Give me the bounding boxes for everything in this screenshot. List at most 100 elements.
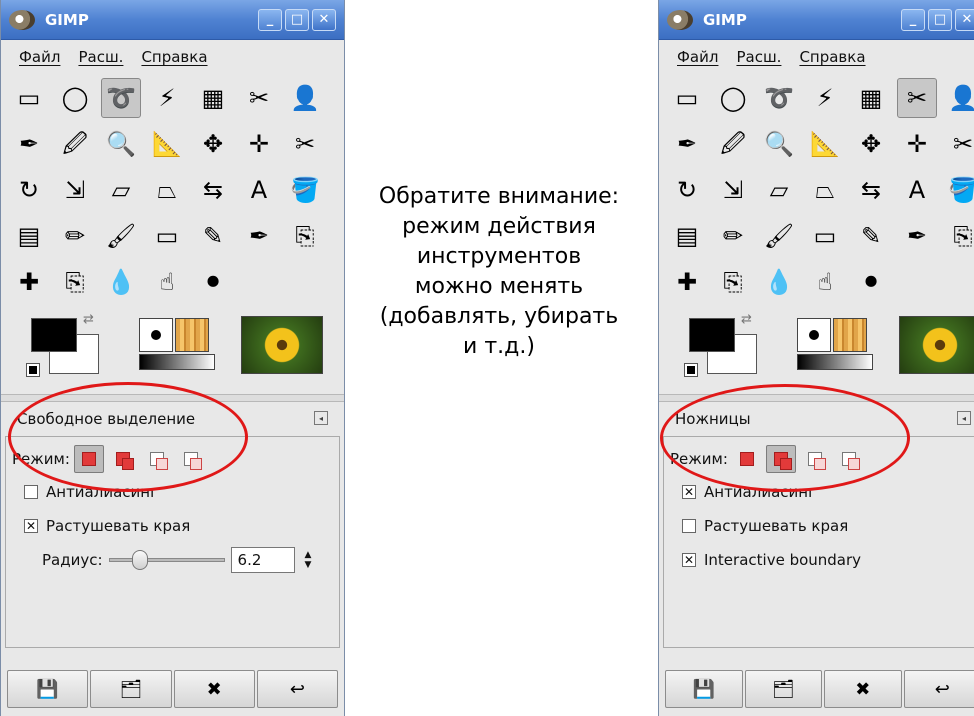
- menu-help[interactable]: Справка: [141, 48, 207, 66]
- menu-file[interactable]: Файл: [19, 48, 60, 66]
- rect-select-icon[interactable]: ▭: [9, 78, 49, 118]
- free-select-icon[interactable]: ➰: [759, 78, 799, 118]
- menu-extensions[interactable]: Расш.: [78, 48, 123, 66]
- collapse-icon[interactable]: ◂: [957, 411, 971, 425]
- crop-icon[interactable]: ✂: [285, 124, 325, 164]
- ellipse-select-icon[interactable]: ◯: [713, 78, 753, 118]
- color-picker-icon[interactable]: 🖉: [55, 124, 95, 164]
- paths-icon[interactable]: ✒: [9, 124, 49, 164]
- delete-button[interactable]: ✖: [824, 670, 902, 708]
- shear-icon[interactable]: ▱: [759, 170, 799, 210]
- scale-icon[interactable]: ⇲: [55, 170, 95, 210]
- heal-icon[interactable]: ✚: [9, 262, 49, 302]
- checkbox[interactable]: ✕: [682, 485, 696, 499]
- bucket-fill-icon[interactable]: 🪣: [285, 170, 325, 210]
- airbrush-icon[interactable]: ✎: [851, 216, 891, 256]
- smudge-icon[interactable]: ☝: [805, 262, 845, 302]
- blend-icon[interactable]: ▤: [9, 216, 49, 256]
- gradient-preview[interactable]: [139, 354, 215, 370]
- default-colors-icon[interactable]: [26, 363, 40, 377]
- maximize-button[interactable]: □: [285, 8, 309, 31]
- foreground-select-icon[interactable]: 👤: [285, 78, 325, 118]
- menu-help[interactable]: Справка: [799, 48, 865, 66]
- pattern-preview[interactable]: [833, 318, 867, 352]
- perspective-icon[interactable]: ⏢: [805, 170, 845, 210]
- default-colors-icon[interactable]: [684, 363, 698, 377]
- fg-bg-colors[interactable]: ⇄: [681, 312, 761, 378]
- move-icon[interactable]: ✥: [851, 124, 891, 164]
- smudge-icon[interactable]: ☝: [147, 262, 187, 302]
- rotate-icon[interactable]: ↻: [667, 170, 707, 210]
- pencil-icon[interactable]: ✏: [55, 216, 95, 256]
- eraser-icon[interactable]: ▭: [805, 216, 845, 256]
- align-icon[interactable]: ✛: [897, 124, 937, 164]
- active-image-thumbnail[interactable]: [241, 316, 323, 374]
- checkbox[interactable]: ✕: [682, 553, 696, 567]
- swap-colors-icon[interactable]: ⇄: [83, 312, 94, 327]
- fg-bg-colors[interactable]: ⇄: [23, 312, 103, 378]
- text-icon[interactable]: A: [897, 170, 937, 210]
- checkbox[interactable]: [24, 485, 38, 499]
- spin-arrows-icon[interactable]: ▲ ▼: [305, 550, 312, 570]
- perspective-icon[interactable]: ⏢: [147, 170, 187, 210]
- scissors-icon[interactable]: ✂: [239, 78, 279, 118]
- minimize-button[interactable]: _: [901, 8, 925, 31]
- foreground-color[interactable]: [31, 318, 77, 352]
- blur-icon[interactable]: 💧: [759, 262, 799, 302]
- paintbrush-icon[interactable]: 🖌: [759, 216, 799, 256]
- minimize-button[interactable]: _: [258, 8, 282, 31]
- foreground-select-icon[interactable]: 👤: [943, 78, 974, 118]
- gradient-preview[interactable]: [797, 354, 873, 370]
- blur-icon[interactable]: 💧: [101, 262, 141, 302]
- rect-select-icon[interactable]: ▭: [667, 78, 707, 118]
- shear-icon[interactable]: ▱: [101, 170, 141, 210]
- perspective-clone-icon[interactable]: ⎘: [55, 262, 95, 302]
- perspective-clone-icon[interactable]: ⎘: [713, 262, 753, 302]
- foreground-color[interactable]: [689, 318, 735, 352]
- brush-preview[interactable]: [139, 318, 173, 352]
- close-button[interactable]: ✕: [312, 8, 336, 31]
- dodge-burn-icon[interactable]: ⚫: [193, 262, 233, 302]
- checkbox[interactable]: [682, 519, 696, 533]
- brush-preview[interactable]: [797, 318, 831, 352]
- check-row[interactable]: Растушевать края: [664, 509, 974, 543]
- menu-file[interactable]: Файл: [677, 48, 718, 66]
- flip-icon[interactable]: ⇆: [193, 170, 233, 210]
- paths-icon[interactable]: ✒: [667, 124, 707, 164]
- reset-button[interactable]: ↩: [903, 670, 974, 708]
- airbrush-icon[interactable]: ✎: [193, 216, 233, 256]
- clone-icon[interactable]: ⎘: [943, 216, 974, 256]
- delete-button[interactable]: ✖: [173, 670, 255, 708]
- restore-button[interactable]: 🗂: [744, 670, 822, 708]
- maximize-button[interactable]: □: [928, 8, 952, 31]
- radius-slider[interactable]: [108, 550, 225, 570]
- eraser-icon[interactable]: ▭: [147, 216, 187, 256]
- reset-button[interactable]: ↩: [256, 670, 338, 708]
- color-select-icon[interactable]: ▦: [193, 78, 233, 118]
- save-button[interactable]: 💾: [665, 670, 743, 708]
- free-select-icon[interactable]: ➰: [101, 78, 141, 118]
- scale-icon[interactable]: ⇲: [713, 170, 753, 210]
- color-picker-icon[interactable]: 🖉: [713, 124, 753, 164]
- radius-spinbutton[interactable]: 6.2: [230, 547, 295, 573]
- rotate-icon[interactable]: ↻: [9, 170, 49, 210]
- flip-icon[interactable]: ⇆: [851, 170, 891, 210]
- blend-icon[interactable]: ▤: [667, 216, 707, 256]
- measure-icon[interactable]: 📐: [147, 124, 187, 164]
- close-button[interactable]: ✕: [955, 8, 974, 31]
- ellipse-select-icon[interactable]: ◯: [55, 78, 95, 118]
- slider-knob[interactable]: [132, 550, 149, 570]
- pattern-preview[interactable]: [175, 318, 209, 352]
- check-row[interactable]: ✕ Растушевать края: [6, 509, 339, 543]
- collapse-icon[interactable]: ◂: [314, 411, 328, 425]
- dodge-burn-icon[interactable]: ⚫: [851, 262, 891, 302]
- move-icon[interactable]: ✥: [193, 124, 233, 164]
- save-button[interactable]: 💾: [7, 670, 89, 708]
- pencil-icon[interactable]: ✏: [713, 216, 753, 256]
- scissors-icon[interactable]: ✂: [897, 78, 937, 118]
- fuzzy-select-icon[interactable]: ⚡: [805, 78, 845, 118]
- align-icon[interactable]: ✛: [239, 124, 279, 164]
- active-image-thumbnail[interactable]: [899, 316, 974, 374]
- crop-icon[interactable]: ✂: [943, 124, 974, 164]
- fuzzy-select-icon[interactable]: ⚡: [147, 78, 187, 118]
